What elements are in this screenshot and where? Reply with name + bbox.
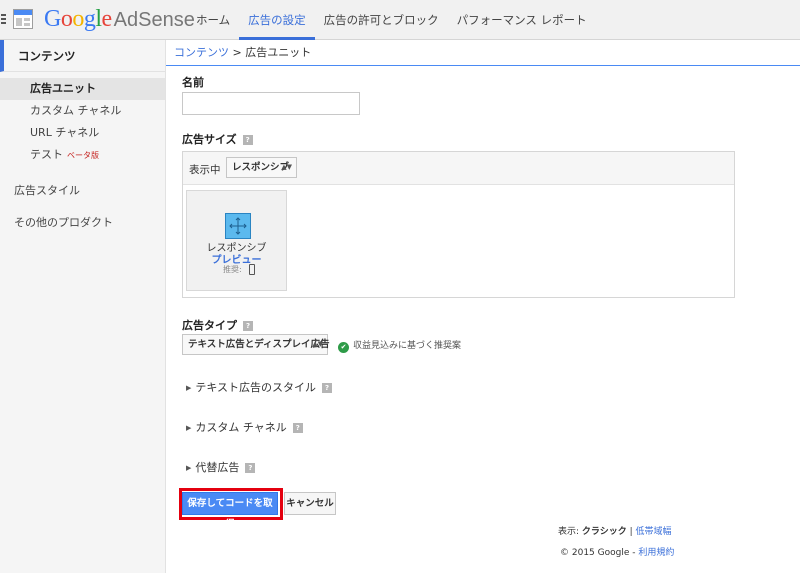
checkmark-icon: ✔ bbox=[338, 342, 349, 353]
google-letter: G bbox=[44, 6, 61, 32]
sidebar-item-experiments[interactable]: テスト ベータ版 bbox=[0, 144, 165, 166]
nav-performance-reports[interactable]: パフォーマンス レポート bbox=[448, 0, 596, 40]
nav-allow-block-ads[interactable]: 広告の許可とブロック bbox=[315, 0, 448, 40]
breadcrumb: コンテンツ > 広告ユニット bbox=[166, 40, 800, 66]
expand-triangle-icon: ▶ bbox=[186, 384, 192, 392]
help-icon[interactable]: ? bbox=[245, 463, 256, 473]
sidebar-item-other-products[interactable]: その他のプロダクト bbox=[0, 212, 165, 234]
product-name: AdSense bbox=[113, 9, 195, 31]
menu-icon[interactable] bbox=[0, 12, 8, 26]
google-adsense-logo[interactable]: Google AdSense bbox=[44, 6, 195, 33]
view-separator: | bbox=[629, 527, 633, 537]
help-icon[interactable]: ? bbox=[292, 423, 303, 433]
ad-size-panel: 表示中 レスポンシブ ▲▼ レスポンシブ プレビュー 推奨: bbox=[182, 151, 735, 298]
ad-size-panel-header: 表示中 レスポンシブ ▲▼ bbox=[183, 152, 734, 185]
select-arrows-icon: ▲▼ bbox=[281, 163, 292, 171]
main-nav: ホーム 広告の設定 広告の許可とブロック パフォーマンス レポート bbox=[187, 0, 596, 40]
recommendation-text: 収益見込みに基づく推奨案 bbox=[353, 341, 462, 351]
sidebar-item-ad-styles[interactable]: 広告スタイル bbox=[0, 180, 165, 202]
save-and-get-code-button[interactable]: 保存してコードを取得 bbox=[182, 492, 278, 530]
ad-size-label: 広告サイズ? bbox=[182, 131, 253, 147]
footer-dash: - bbox=[629, 548, 639, 558]
nav-ad-settings[interactable]: 広告の設定 bbox=[239, 0, 315, 40]
google-letter: e bbox=[101, 6, 113, 32]
cancel-button[interactable]: キャンセル bbox=[284, 492, 336, 515]
select-arrows-icon: ▲▼ bbox=[312, 340, 323, 348]
help-icon[interactable]: ? bbox=[242, 135, 253, 145]
expand-triangle-icon: ▶ bbox=[186, 464, 192, 472]
responsive-ad-card[interactable]: レスポンシブ プレビュー 推奨: bbox=[186, 190, 287, 291]
breadcrumb-separator: > bbox=[229, 46, 246, 59]
mobile-phone-icon bbox=[249, 264, 255, 275]
sidebar-item-custom-channels[interactable]: カスタム チャネル bbox=[0, 100, 165, 122]
view-switcher: 表示: クラシック | 低帯域幅 bbox=[558, 524, 672, 537]
name-label: 名前 bbox=[182, 76, 204, 89]
copyright-line: © 2015 Google - 利用規約 bbox=[560, 545, 674, 558]
expand-triangle-icon: ▶ bbox=[186, 424, 192, 432]
google-letter: o bbox=[60, 6, 73, 32]
section-text-ad-style[interactable]: ▶ テキスト広告のスタイル? bbox=[186, 379, 333, 395]
sidebar-item-label: テスト bbox=[30, 148, 63, 161]
help-icon[interactable]: ? bbox=[322, 383, 333, 393]
top-bar: Google AdSense ホーム 広告の設定 広告の許可とブロック パフォーマ… bbox=[0, 0, 800, 40]
google-wordmark: Google bbox=[44, 6, 112, 32]
breadcrumb-link-content[interactable]: コンテンツ bbox=[174, 46, 229, 59]
responsive-resize-icon bbox=[225, 213, 251, 239]
google-letter: g bbox=[83, 6, 96, 32]
copyright-text: © 2015 Google bbox=[560, 548, 630, 558]
section-backup-ads[interactable]: ▶ 代替広告? bbox=[186, 459, 256, 475]
ad-size-label-text: 広告サイズ bbox=[182, 133, 237, 146]
nav-home[interactable]: ホーム bbox=[187, 0, 239, 40]
section-label: テキスト広告のスタイル bbox=[195, 381, 317, 394]
showing-label: 表示中 bbox=[189, 164, 221, 176]
recommended-label: 推奨: bbox=[223, 265, 242, 274]
ad-type-label: 広告タイプ? bbox=[182, 317, 253, 333]
google-letter: o bbox=[72, 6, 84, 32]
view-prefix: 表示: bbox=[558, 527, 580, 537]
view-current: クラシック bbox=[581, 527, 627, 537]
section-custom-channels[interactable]: ▶ カスタム チャネル? bbox=[186, 419, 303, 435]
recommendation-note: ✔ 収益見込みに基づく推奨案 bbox=[338, 338, 461, 353]
sidebar-item-ad-units[interactable]: 広告ユニット bbox=[0, 78, 165, 100]
beta-badge: ベータ版 bbox=[67, 151, 99, 160]
low-bandwidth-link[interactable]: 低帯域幅 bbox=[636, 527, 672, 537]
sidebar-header-content[interactable]: コンテンツ bbox=[0, 40, 165, 72]
sidebar-item-url-channels[interactable]: URL チャネル bbox=[0, 122, 165, 144]
ad-size-select[interactable]: レスポンシブ ▲▼ bbox=[226, 157, 297, 178]
section-label: カスタム チャネル bbox=[195, 421, 287, 434]
ad-type-select[interactable]: テキスト広告とディスプレイ広告 ▲▼ bbox=[182, 334, 330, 355]
section-label: 代替広告 bbox=[195, 461, 240, 474]
ad-unit-name-input[interactable] bbox=[182, 92, 360, 115]
adsense-app-icon bbox=[13, 9, 33, 29]
breadcrumb-current: 広告ユニット bbox=[245, 46, 312, 59]
help-icon[interactable]: ? bbox=[243, 321, 253, 331]
ad-type-label-text: 広告タイプ bbox=[182, 319, 237, 332]
sidebar: コンテンツ 広告ユニット カスタム チャネル URL チャネル テスト ベータ版 … bbox=[0, 40, 166, 573]
terms-link[interactable]: 利用規約 bbox=[638, 548, 674, 558]
ad-type-select-value: テキスト広告とディスプレイ広告 bbox=[188, 339, 330, 350]
